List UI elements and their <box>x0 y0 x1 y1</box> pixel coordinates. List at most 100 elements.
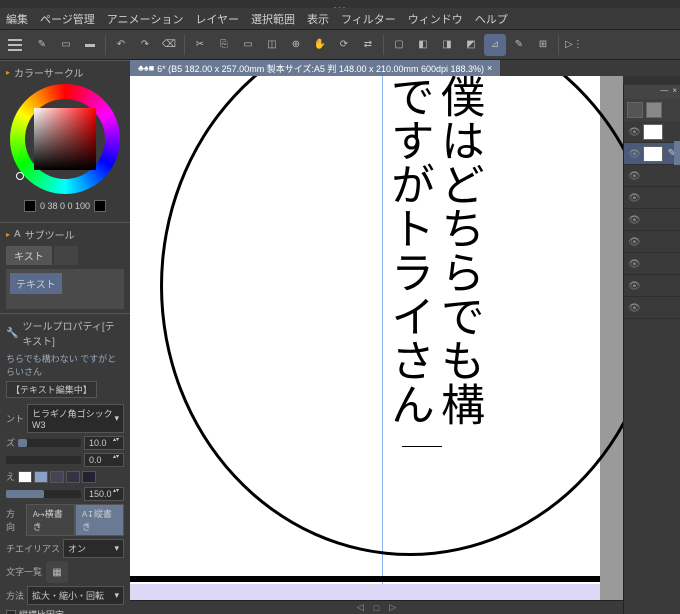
layer-row[interactable]: 👁 <box>624 275 680 297</box>
status-bar: ◁ □ ▷ <box>130 600 623 614</box>
lineheight-slider[interactable] <box>6 490 81 498</box>
layer-row[interactable]: 👁 <box>624 253 680 275</box>
color-panel-title: カラーサークル <box>14 65 84 80</box>
spacing-spinner[interactable]: 0.0▴▾ <box>84 453 124 467</box>
panel-close-icon[interactable]: × <box>672 86 677 98</box>
sv-picker[interactable] <box>34 108 96 170</box>
swatch-fg[interactable] <box>24 200 36 212</box>
swatch-bg[interactable] <box>94 200 106 212</box>
menu-page[interactable]: ページ管理 <box>40 11 95 27</box>
panel-min-icon[interactable]: — <box>660 86 668 98</box>
chevron-down-icon: ▾ <box>114 543 119 554</box>
eye-icon[interactable]: 👁 <box>628 193 638 203</box>
subtool-tab-text[interactable]: キスト <box>6 246 52 265</box>
snap-button[interactable]: ⊿ <box>484 34 506 56</box>
rotate-button[interactable]: ⟳ <box>333 34 355 56</box>
eye-icon[interactable]: 👁 <box>628 303 638 313</box>
nav-next-icon[interactable]: ▷ <box>389 602 396 613</box>
btn-d[interactable]: ◩ <box>460 34 482 56</box>
nav-prev-icon[interactable]: ◁ <box>357 602 364 613</box>
main-toolbar: ✎ ▭ ▬ ↶ ↷ ⌫ ✂ ⎘ ▭ ◫ ⊕ ✋ ⟳ ⇄ ▢ ◧ ◨ ◩ ⊿ ✎ … <box>0 30 680 60</box>
subtool-tab-2[interactable] <box>54 246 78 265</box>
vertical-text-2[interactable]: ですがトライさん <box>376 76 440 426</box>
rect-button[interactable]: ▭ <box>237 34 259 56</box>
color-values: 0 38 0 0 100 <box>6 200 124 212</box>
save-button[interactable]: ▬ <box>79 34 101 56</box>
page[interactable]: 僕はどちらでも構 ですがトライさん <box>130 76 600 600</box>
layer-row-selected[interactable]: 👁 ✎ <box>624 143 680 165</box>
zoom-button[interactable]: ⊕ <box>285 34 307 56</box>
copy-button[interactable]: ⎘ <box>213 34 235 56</box>
chevron-down-icon: ▾ <box>114 590 119 601</box>
size-spinner[interactable]: 10.0▴▾ <box>84 436 124 450</box>
menu-help[interactable]: ヘルプ <box>475 11 508 27</box>
btn-e[interactable]: ✎ <box>508 34 530 56</box>
style-swatches[interactable] <box>18 471 96 483</box>
menu-filter[interactable]: フィルター <box>341 11 396 27</box>
btn-a[interactable]: ▢ <box>388 34 410 56</box>
canvas-viewport[interactable]: 僕はどちらでも構 ですがトライさん <box>130 76 623 600</box>
flip-button[interactable]: ⇄ <box>357 34 379 56</box>
toolprop-panel: 🔧ツールプロパティ[テキスト] ちらでも構わない ですがとらいさん 【テキスト編… <box>0 313 130 614</box>
dir-horizontal-button[interactable]: A↦横書き <box>26 504 75 536</box>
btn-b[interactable]: ◧ <box>412 34 434 56</box>
document-tab[interactable]: ♣♠■ 6* (B5 182.00 x 257.00mm 製本サイズ:A5 判 … <box>130 60 500 76</box>
tab-close-icon[interactable]: × <box>487 63 492 73</box>
nav-stop-icon[interactable]: □ <box>374 603 379 613</box>
frame-gap <box>130 584 600 600</box>
menu-icon[interactable] <box>4 34 26 56</box>
aspect-checkbox[interactable]: 縦横比固定 <box>6 608 124 614</box>
btn-c[interactable]: ◨ <box>436 34 458 56</box>
redo-button[interactable]: ↷ <box>134 34 156 56</box>
spacing-slider[interactable] <box>6 456 81 464</box>
frame-border <box>130 576 600 582</box>
menu-window[interactable]: ウィンドウ <box>408 11 463 27</box>
layer-row[interactable]: 👁 <box>624 187 680 209</box>
menubar: 編集 ページ管理 アニメーション レイヤー 選択範囲 表示 フィルター ウィンド… <box>0 8 680 30</box>
lineheight-spinner[interactable]: 150.0▴▾ <box>84 487 124 501</box>
play-button[interactable]: ▷⋮ <box>563 34 585 56</box>
menu-edit[interactable]: 編集 <box>6 11 28 27</box>
subtool-text-item[interactable]: テキスト <box>10 273 62 294</box>
subtool-panel: ▸Aサブツール キスト テキスト <box>0 222 130 313</box>
eye-icon[interactable]: 👁 <box>628 171 638 181</box>
panel-toggle-icon[interactable]: ▸ <box>6 230 10 239</box>
layer-tool-b[interactable] <box>646 102 662 118</box>
document-tabs: ♣♠■ 6* (B5 182.00 x 257.00mm 製本サイズ:A5 判 … <box>130 60 680 76</box>
eye-icon[interactable]: 👁 <box>628 149 638 159</box>
dir-vertical-button[interactable]: A↧縦書き <box>75 504 124 536</box>
layer-row[interactable]: 👁 <box>624 121 680 143</box>
color-wheel[interactable] <box>10 84 120 194</box>
clear-button[interactable]: ⌫ <box>158 34 180 56</box>
size-slider[interactable] <box>18 439 81 447</box>
layer-row[interactable]: 👁 <box>624 231 680 253</box>
btn-f[interactable]: ⊞ <box>532 34 554 56</box>
menu-view[interactable]: 表示 <box>307 11 329 27</box>
chevron-down-icon: ▾ <box>114 413 119 424</box>
undo-button[interactable]: ↶ <box>110 34 132 56</box>
eye-icon[interactable]: 👁 <box>628 237 638 247</box>
menu-animation[interactable]: アニメーション <box>107 11 184 27</box>
antialias-dropdown[interactable]: オン▾ <box>63 539 124 558</box>
charlist-button[interactable]: ▦ <box>46 561 68 583</box>
eye-icon[interactable]: 👁 <box>628 215 638 225</box>
hue-indicator[interactable] <box>16 172 24 180</box>
layer-tool-a[interactable] <box>627 102 643 118</box>
cut-button[interactable]: ✂ <box>189 34 211 56</box>
selection-indicator <box>674 141 680 165</box>
eye-icon[interactable]: 👁 <box>628 259 638 269</box>
hand-button[interactable]: ✋ <box>309 34 331 56</box>
eye-icon[interactable]: 👁 <box>628 127 638 137</box>
new-button[interactable]: ✎ <box>31 34 53 56</box>
menu-layer[interactable]: レイヤー <box>195 11 239 27</box>
eye-icon[interactable]: 👁 <box>628 281 638 291</box>
font-dropdown[interactable]: ヒラギノ角ゴシック W3▾ <box>27 404 124 433</box>
layer-row[interactable]: 👁 <box>624 297 680 319</box>
menu-selection[interactable]: 選択範囲 <box>251 11 295 27</box>
sel-button[interactable]: ◫ <box>261 34 283 56</box>
panel-toggle-icon[interactable]: ▸ <box>6 68 10 77</box>
open-button[interactable]: ▭ <box>55 34 77 56</box>
transform-dropdown[interactable]: 拡大・縮小・回転▾ <box>27 586 124 605</box>
layer-row[interactable]: 👁 <box>624 165 680 187</box>
layer-row[interactable]: 👁 <box>624 209 680 231</box>
